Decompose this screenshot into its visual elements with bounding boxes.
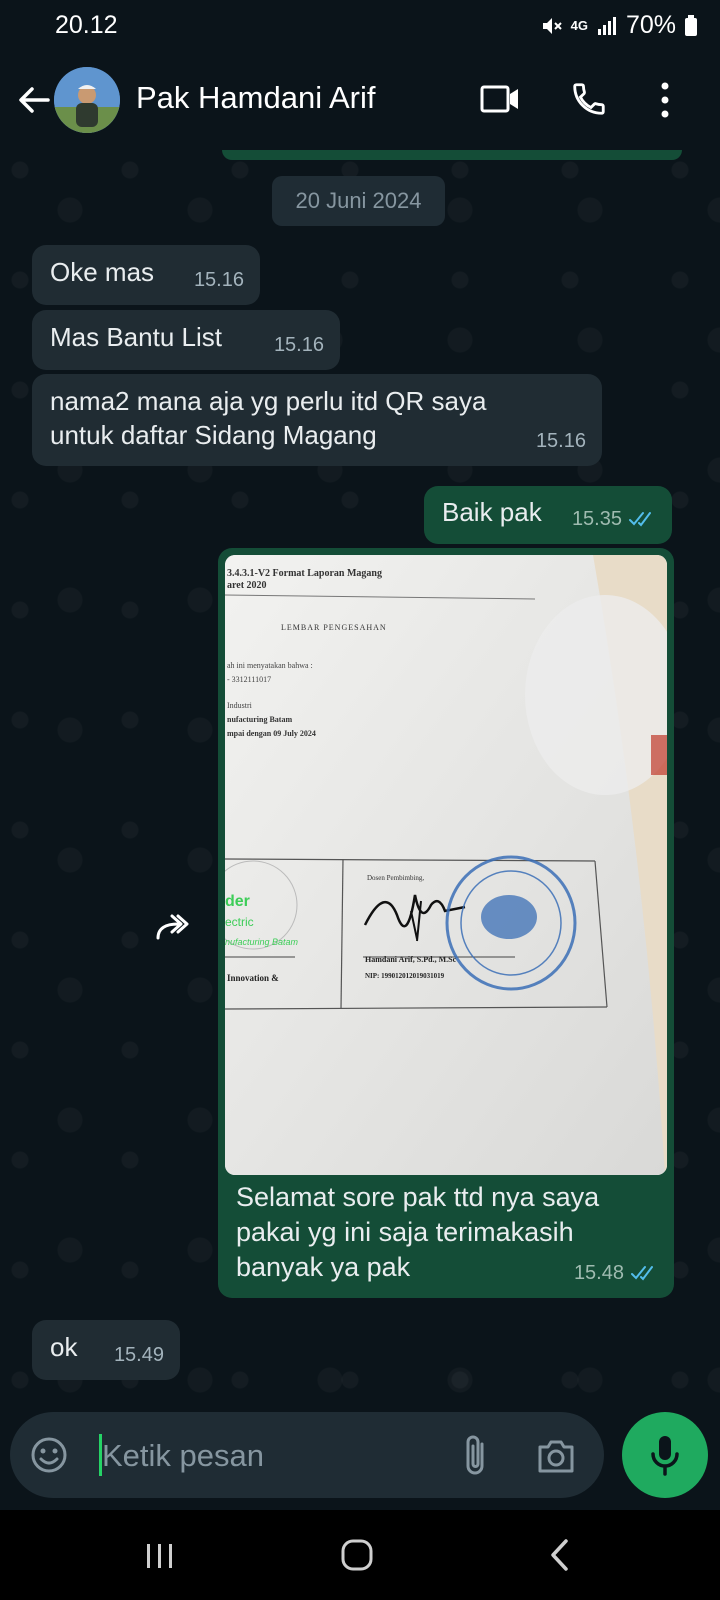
- incoming-message[interactable]: ok 15.49: [32, 1320, 180, 1380]
- image-caption: Selamat sore pak ttd nya saya pakai yg i…: [236, 1180, 599, 1285]
- caption-line: Selamat sore pak ttd nya saya: [236, 1182, 600, 1212]
- date-chip: 20 Juni 2024: [272, 176, 445, 226]
- system-navigation-bar: [0, 1510, 720, 1600]
- message-text: ok: [50, 1332, 78, 1362]
- message-composer[interactable]: Ketik pesan: [10, 1412, 604, 1498]
- message-time: 15.49: [113, 1344, 164, 1366]
- more-options-icon[interactable]: [656, 80, 674, 120]
- message-text: Baik pak: [442, 497, 542, 527]
- back-arrow-icon[interactable]: [14, 80, 54, 120]
- contact-name[interactable]: Pak Hamdani Arif: [136, 80, 376, 116]
- supervisor-label: Dosen Pembimbing,: [367, 874, 425, 882]
- video-call-icon[interactable]: [480, 82, 520, 116]
- network-label: 4G: [570, 18, 588, 33]
- caption-line: pakai yg ini saja terimakasih: [236, 1217, 574, 1247]
- attach-icon[interactable]: [462, 1434, 488, 1478]
- message-time: 15.16: [193, 269, 244, 291]
- caption-line: banyak ya pak: [236, 1252, 411, 1282]
- incoming-message[interactable]: nama2 mana aja yg perlu itd QR saya untu…: [32, 374, 602, 466]
- incoming-message[interactable]: Mas Bantu List 15.16: [32, 310, 340, 370]
- chat-area[interactable]: 20 Juni 2024 Oke mas 15.16 Mas Bantu Lis…: [0, 150, 720, 1412]
- battery-percent: 70%: [625, 11, 676, 39]
- voice-call-icon[interactable]: [570, 80, 608, 118]
- voice-record-button[interactable]: [622, 1412, 708, 1498]
- emoji-icon[interactable]: [30, 1436, 68, 1474]
- supervisor-nip: NIP: 199012012019031019: [365, 972, 445, 980]
- back-nav-icon[interactable]: [548, 1538, 572, 1572]
- contact-avatar[interactable]: [54, 67, 120, 133]
- status-bar: 20.12 4G 70%: [0, 0, 720, 50]
- outgoing-message[interactable]: Baik pak 15.35: [424, 486, 672, 544]
- innovation-text: Innovation &: [227, 973, 279, 983]
- message-time: 15.48: [573, 1262, 624, 1284]
- mute-icon: [542, 17, 562, 34]
- sheet-title: LEMBAR PENGESAHAN: [281, 623, 387, 632]
- read-ticks-icon: [631, 1266, 653, 1281]
- message-text: Oke mas: [50, 257, 155, 287]
- doc-date: aret 2020: [227, 580, 267, 591]
- message-time: 15.16: [535, 430, 586, 452]
- read-ticks-icon: [629, 512, 651, 527]
- document-photo[interactable]: 3.4.3.1-V2 Format Laporan Magang aret 20…: [225, 555, 667, 1175]
- signal-icon: [597, 16, 616, 35]
- chat-header: Pak Hamdani Arif: [0, 50, 720, 150]
- forward-icon[interactable]: [152, 908, 194, 950]
- recent-apps-icon[interactable]: [144, 1542, 176, 1570]
- status-time: 20.12: [55, 11, 118, 39]
- company-logo-text: nufacturing Batam: [225, 937, 299, 947]
- camera-icon[interactable]: [536, 1438, 576, 1474]
- home-icon[interactable]: [340, 1538, 374, 1572]
- message-line: untuk daftar Sidang Magang: [50, 420, 377, 450]
- mic-icon: [651, 1436, 679, 1476]
- message-time: 15.16: [273, 334, 324, 356]
- battery-icon: [685, 14, 697, 36]
- message-line: nama2 mana aja yg perlu itd QR saya: [50, 386, 487, 416]
- doc-line: mpai dengan 09 July 2024: [227, 729, 316, 738]
- status-icons: 4G 70%: [539, 11, 698, 40]
- outgoing-image-message[interactable]: 3.4.3.1-V2 Format Laporan Magang aret 20…: [218, 548, 674, 1298]
- message-text: Mas Bantu List: [50, 322, 222, 352]
- message-time: 15.35: [571, 508, 622, 530]
- message-input[interactable]: Ketik pesan: [102, 1438, 264, 1474]
- message-text: nama2 mana aja yg perlu itd QR saya untu…: [50, 384, 486, 452]
- incoming-message[interactable]: Oke mas 15.16: [32, 245, 260, 305]
- previous-message-edge: [222, 150, 682, 160]
